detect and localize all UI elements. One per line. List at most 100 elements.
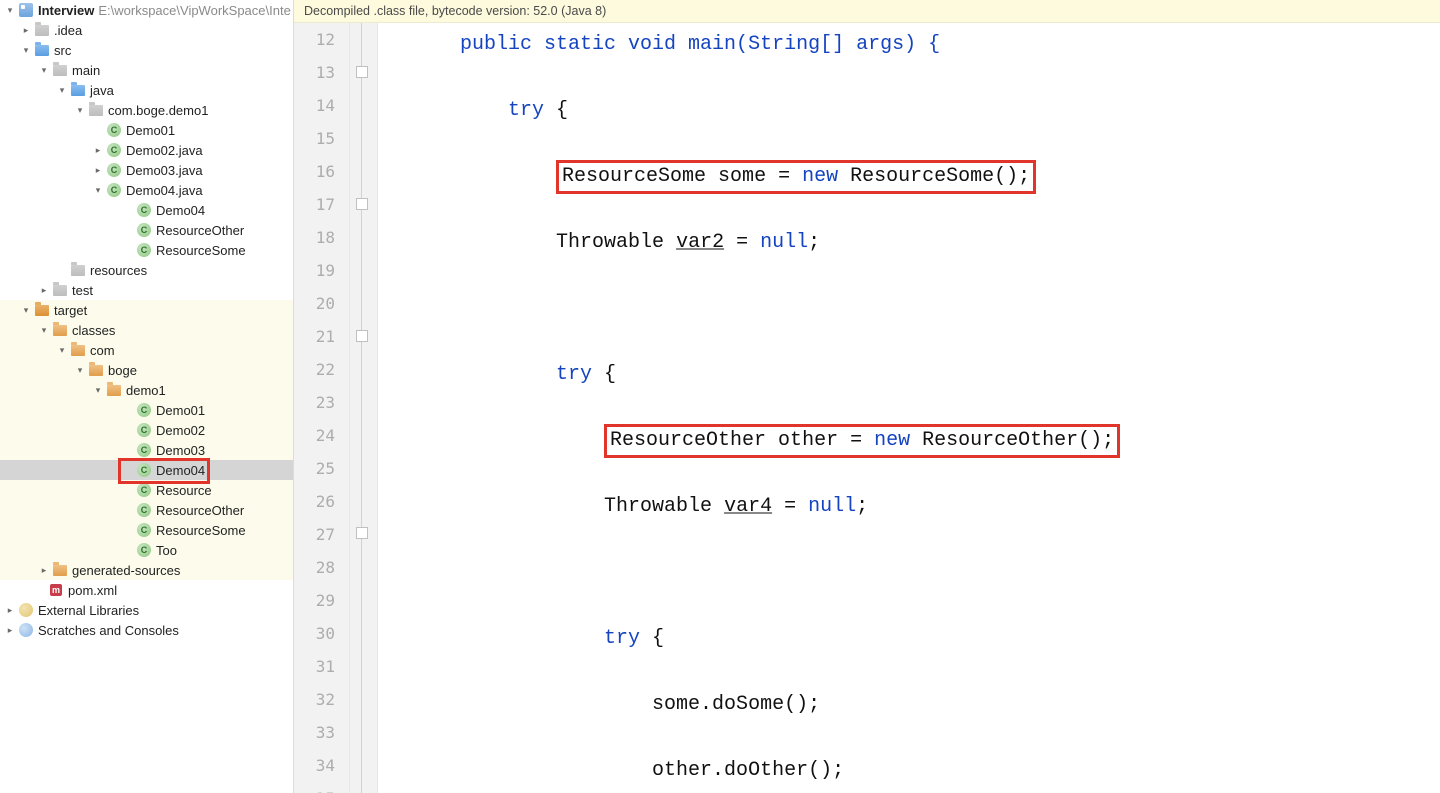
line-number: 23 (294, 386, 349, 419)
code-text: try (604, 627, 640, 650)
chevron-right-icon: ▸ (20, 25, 32, 36)
line-number: 14 (294, 89, 349, 122)
tree-label: ResourceOther (156, 503, 244, 518)
tree-label: ResourceSome (156, 523, 246, 538)
tree-item-idea[interactable]: ▸ .idea (0, 20, 293, 40)
fold-handle-icon[interactable] (356, 330, 368, 342)
folder-icon (52, 322, 68, 338)
chevron-down-icon: ▾ (4, 5, 16, 16)
class-icon (136, 402, 152, 418)
code-text: try (508, 99, 544, 122)
tree-item-demo1[interactable]: ▾ demo1 (0, 380, 293, 400)
tree-item-boge[interactable]: ▾ boge (0, 360, 293, 380)
code-text: null (760, 231, 808, 254)
folder-icon (34, 22, 50, 38)
code-editor[interactable]: public static void main(String[] args) {… (378, 23, 1440, 793)
code-text: ResourceSome(); (838, 165, 1030, 188)
tree-item-java[interactable]: ▾ java (0, 80, 293, 100)
line-number: 34 (294, 749, 349, 782)
tree-item-class[interactable]: ▸ ResourceOther (0, 220, 293, 240)
tree-label: com.boge.demo1 (108, 103, 208, 118)
notice-text: Decompiled .class file, bytecode version… (304, 4, 606, 18)
library-icon (18, 602, 34, 618)
tree-item-main[interactable]: ▾ main (0, 60, 293, 80)
chevron-right-icon: ▸ (38, 285, 50, 296)
class-icon (136, 462, 152, 478)
code-text: ; (808, 231, 820, 254)
tree-item-scratches[interactable]: ▸ Scratches and Consoles (0, 620, 293, 640)
chevron-down-icon: ▾ (74, 105, 86, 116)
tree-label: Demo03 (156, 443, 205, 458)
tree-label: java (90, 83, 114, 98)
chevron-down-icon: ▾ (56, 345, 68, 356)
tree-item-classfile[interactable]: ▸Too (0, 540, 293, 560)
tree-item-com[interactable]: ▾ com (0, 340, 293, 360)
tree-item-test[interactable]: ▸ test (0, 280, 293, 300)
tree-item-class[interactable]: ▸ ResourceSome (0, 240, 293, 260)
tree-item-external-libraries[interactable]: ▸ External Libraries (0, 600, 293, 620)
chevron-right-icon: ▸ (4, 625, 16, 636)
annotation-box-icon: ResourceOther other = new ResourceOther(… (604, 424, 1120, 458)
line-number: 20 (294, 287, 349, 320)
tree-item-class[interactable]: ▸ Demo04 (0, 200, 293, 220)
tree-item-class[interactable]: ▸ Demo03.java (0, 160, 293, 180)
class-icon (106, 142, 122, 158)
tree-label: ResourceOther (156, 223, 244, 238)
code-text: Throwable (604, 495, 724, 518)
tree-item-class[interactable]: ▾ Demo04.java (0, 180, 293, 200)
line-number: 19 (294, 254, 349, 287)
fold-gutter[interactable] (350, 23, 378, 793)
folder-icon (106, 382, 122, 398)
class-icon (106, 122, 122, 138)
tree-item-resources[interactable]: ▸ resources (0, 260, 293, 280)
project-name: Interview (38, 3, 94, 18)
code-text: ResourceOther(); (910, 429, 1114, 452)
tree-item-target[interactable]: ▾ target (0, 300, 293, 320)
fold-handle-icon[interactable] (356, 66, 368, 78)
tree-item-classfile[interactable]: ▸ResourceOther (0, 500, 293, 520)
tree-item-generated-sources[interactable]: ▸ generated-sources (0, 560, 293, 580)
tree-item-classfile[interactable]: ▸Demo03 (0, 440, 293, 460)
fold-handle-icon[interactable] (356, 198, 368, 210)
tree-item-classfile[interactable]: ▸Demo01 (0, 400, 293, 420)
tree-item-class[interactable]: ▸ Demo01 (0, 120, 293, 140)
folder-icon (70, 342, 86, 358)
code-text: ResourceSome some = (562, 165, 802, 188)
line-number: 22 (294, 353, 349, 386)
tree-item-class[interactable]: ▸ Demo02.java (0, 140, 293, 160)
tree-label: Scratches and Consoles (38, 623, 179, 638)
tree-label: Demo04 (156, 463, 205, 478)
chevron-right-icon: ▸ (4, 605, 16, 616)
tree-item-classfile[interactable]: ▸Resource (0, 480, 293, 500)
tree-item-classfile-selected[interactable]: ▸Demo04 (0, 460, 293, 480)
class-icon (136, 222, 152, 238)
code-text: { (592, 363, 616, 386)
tree-label: Resource (156, 483, 212, 498)
class-icon (136, 522, 152, 538)
line-number: 29 (294, 584, 349, 617)
chevron-down-icon: ▾ (20, 305, 32, 316)
fold-handle-icon[interactable] (356, 527, 368, 539)
code-text: new (874, 429, 910, 452)
chevron-down-icon: ▾ (38, 325, 50, 336)
project-icon (18, 2, 34, 18)
tree-label: main (72, 63, 100, 78)
tree-item-classfile[interactable]: ▸ResourceSome (0, 520, 293, 540)
code-text: ResourceOther other = (610, 429, 874, 452)
project-root-row[interactable]: ▾ Interview E:\workspace\VipWorkSpace\In… (0, 0, 293, 20)
folder-icon (34, 302, 50, 318)
tree-item-classfile[interactable]: ▸Demo02 (0, 420, 293, 440)
class-icon (136, 422, 152, 438)
tree-item-pom[interactable]: ▸ pom.xml (0, 580, 293, 600)
code-text: = (772, 495, 808, 518)
tree-label: generated-sources (72, 563, 180, 578)
code-text: = (724, 231, 760, 254)
tree-item-package[interactable]: ▾ com.boge.demo1 (0, 100, 293, 120)
chevron-down-icon: ▾ (20, 45, 32, 56)
tree-item-classes[interactable]: ▾ classes (0, 320, 293, 340)
code-text: public static void main(String[] args) { (460, 33, 940, 56)
chevron-right-icon: ▸ (92, 145, 104, 156)
tree-item-src[interactable]: ▾ src (0, 40, 293, 60)
chevron-right-icon: ▸ (92, 165, 104, 176)
class-icon (136, 542, 152, 558)
